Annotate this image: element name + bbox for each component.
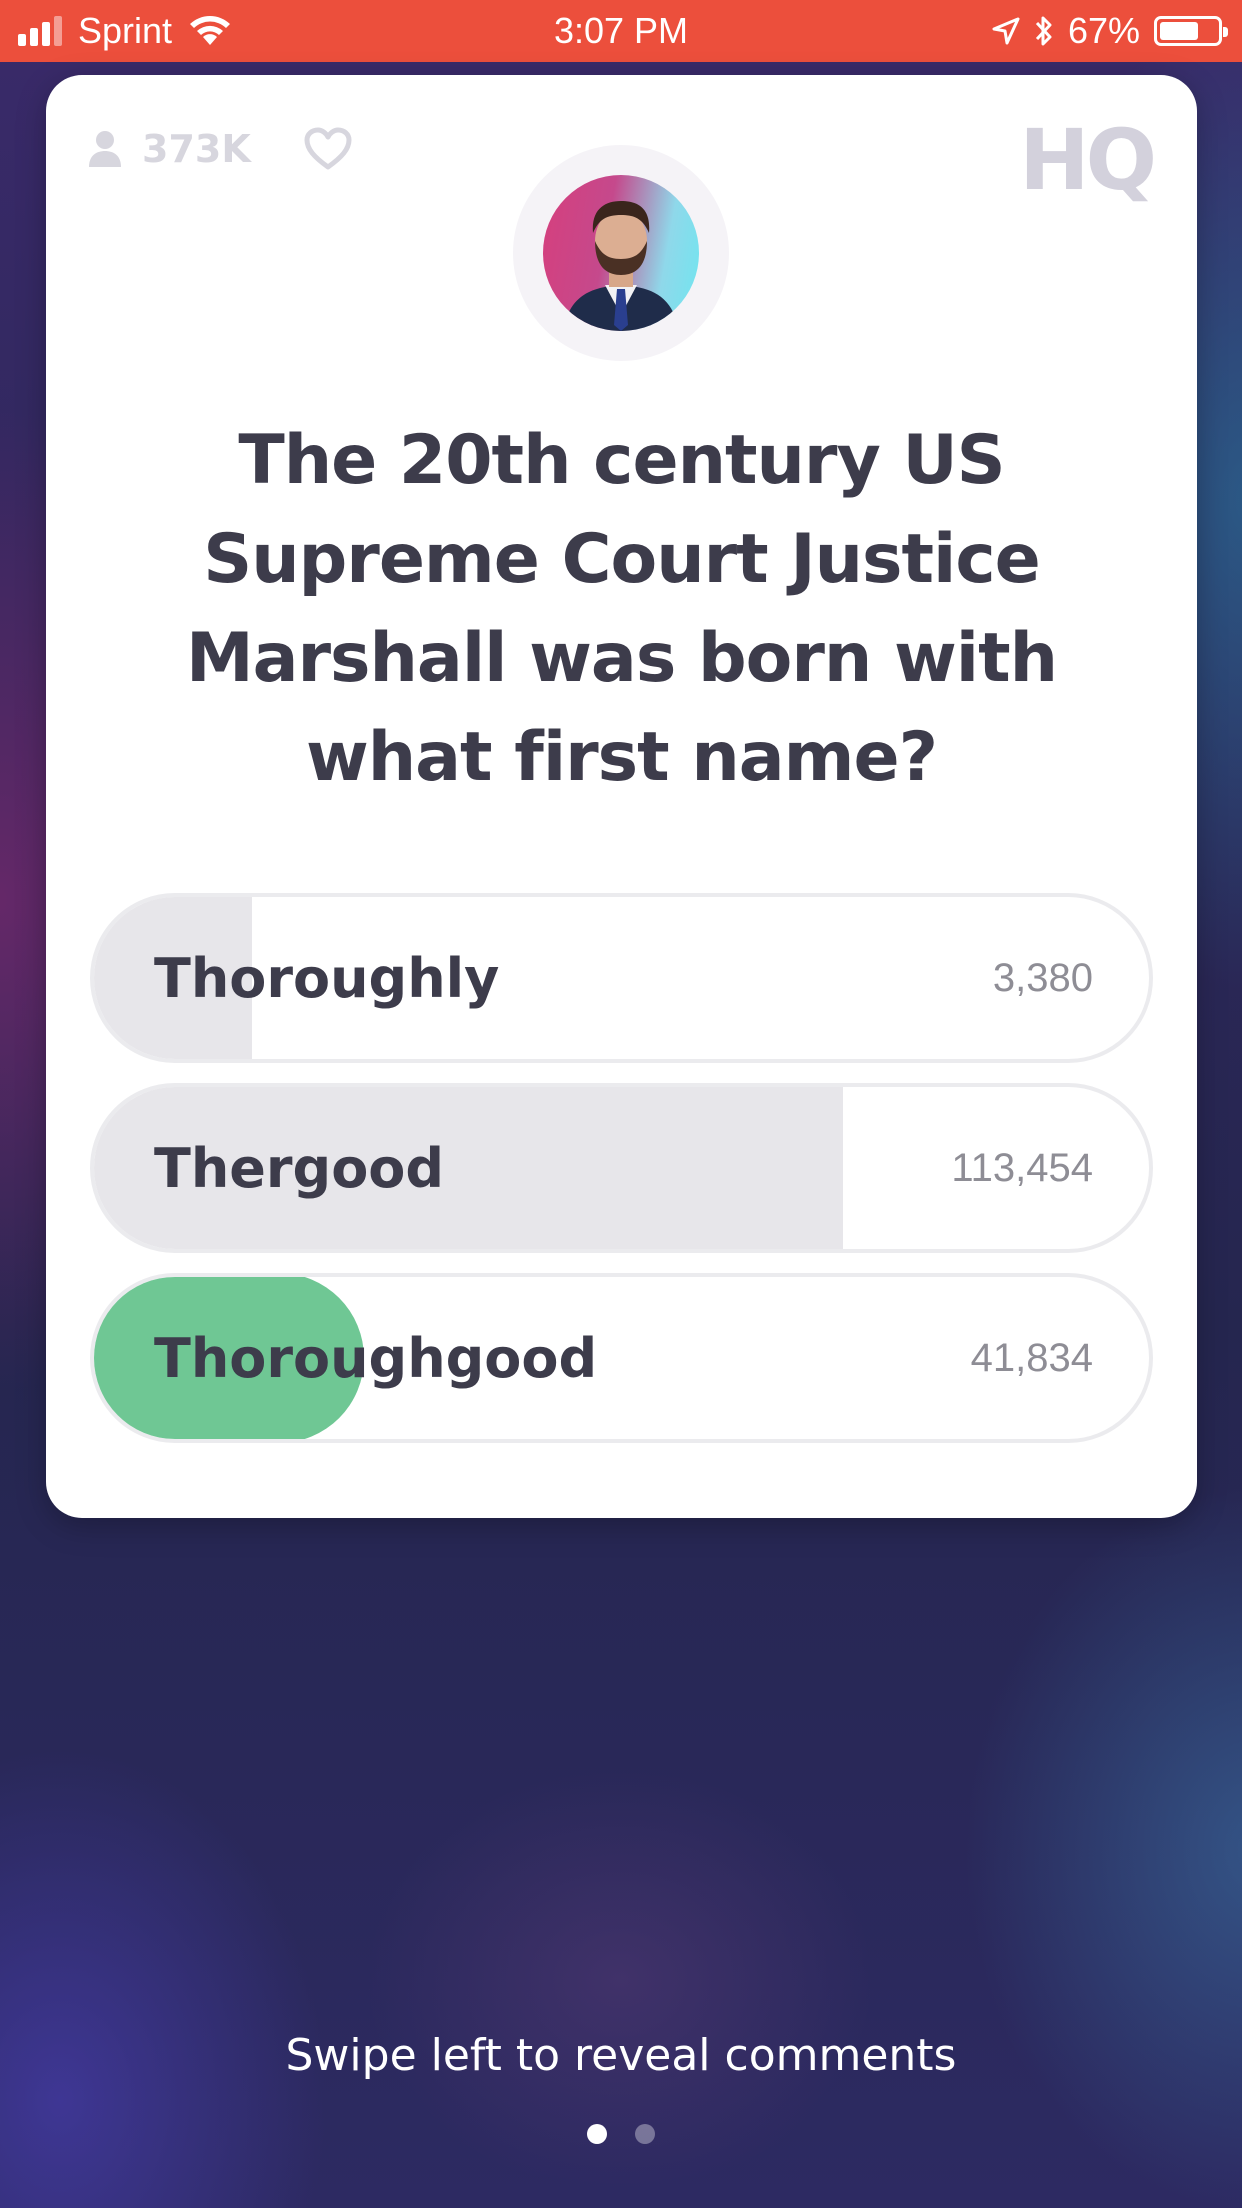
- viewer-count-label: 373K: [142, 127, 251, 171]
- carrier-name: Sprint: [78, 10, 173, 51]
- question-card: 373K HQ The 20th century US Supreme Cour…: [46, 75, 1197, 1518]
- answer-label: Thoroughgood: [154, 1326, 598, 1390]
- location-arrow-icon: [992, 17, 1020, 45]
- answer-option-correct[interactable]: Thoroughgood 41,834: [90, 1273, 1153, 1443]
- answer-label: Thergood: [154, 1136, 445, 1200]
- hq-logo: HQ: [1019, 111, 1157, 209]
- viewer-count: 373K: [88, 127, 251, 171]
- battery-icon: [1154, 16, 1228, 46]
- battery-percent: 67%: [1067, 10, 1140, 51]
- answer-count: 3,380: [992, 955, 1093, 1000]
- signal-icon: [18, 16, 66, 46]
- status-bar: Sprint 3:07 PM 67%: [0, 0, 1242, 62]
- answer-option[interactable]: Thoroughly 3,380: [90, 893, 1153, 1063]
- page-indicator[interactable]: [0, 2124, 1242, 2144]
- answer-label: Thoroughly: [154, 946, 500, 1010]
- answer-count: 113,454: [951, 1145, 1093, 1190]
- status-time: 3:07 PM: [553, 10, 689, 51]
- swipe-hint: Swipe left to reveal comments: [285, 2030, 957, 2081]
- page-dot[interactable]: [587, 2124, 607, 2144]
- person-icon: [89, 131, 121, 167]
- page-dot[interactable]: [635, 2124, 655, 2144]
- question-text: The 20th century US Supreme Court Justic…: [185, 421, 1058, 797]
- answer-count: 41,834: [970, 1335, 1093, 1380]
- answer-option[interactable]: Thergood 113,454: [90, 1083, 1153, 1253]
- host-avatar: [543, 175, 699, 331]
- wifi-icon: [190, 16, 231, 45]
- bluetooth-icon: [1035, 16, 1052, 46]
- heart-icon[interactable]: [304, 127, 352, 171]
